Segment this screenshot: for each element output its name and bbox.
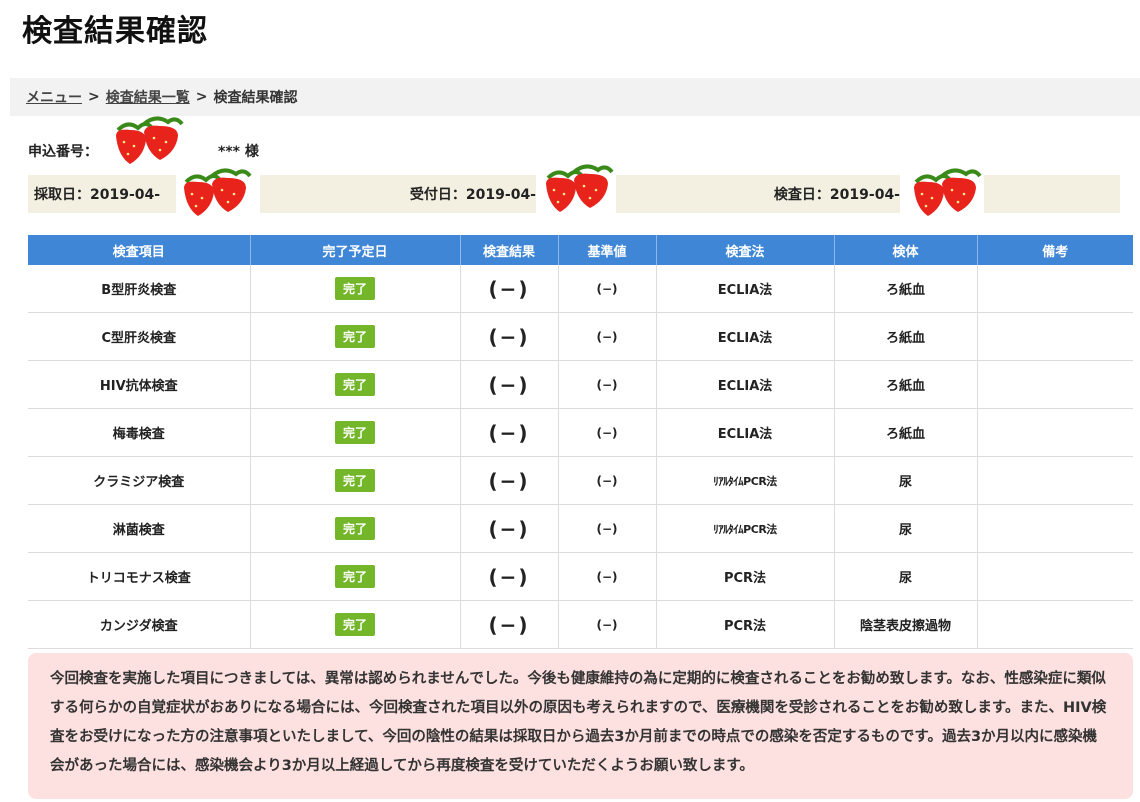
- result-note: 今回検査を実施した項目につきましては、異常は認められませんでした。今後も健康維持…: [28, 653, 1133, 799]
- cell-result: (−): [460, 504, 559, 553]
- cell-specimen: ろ紙血: [834, 265, 978, 313]
- status-badge: 完了: [334, 421, 375, 444]
- status-badge: 完了: [334, 277, 375, 300]
- table-row: HIV抗体検査 完了 (−) (−) ECLIA法 ろ紙血: [28, 360, 1133, 409]
- cell-method: ﾘｱﾙﾀｲﾑPCR法: [656, 504, 835, 553]
- breadcrumb-menu-link[interactable]: メニュー: [26, 87, 82, 107]
- cell-result: (−): [460, 552, 559, 601]
- status-badge: 完了: [334, 565, 375, 588]
- table-row: 淋菌検査 完了 (−) (−) ﾘｱﾙﾀｲﾑPCR法 尿: [28, 504, 1133, 553]
- cell-standard: (−): [558, 408, 657, 457]
- applicant-name: *** 様: [218, 144, 259, 160]
- cell-note: [977, 265, 1133, 313]
- breadcrumb-separator: >: [195, 89, 208, 105]
- strawberry-icon: [184, 168, 252, 216]
- cell-note: [977, 600, 1133, 649]
- table-row: B型肝炎検査 完了 (−) (−) ECLIA法 ろ紙血: [28, 265, 1133, 313]
- cell-method: ﾘｱﾙﾀｲﾑPCR法: [656, 456, 835, 505]
- cell-method: ECLIA法: [656, 265, 835, 313]
- cell-standard: (−): [558, 456, 657, 505]
- strawberry-icon: [914, 168, 982, 216]
- cell-note: [977, 360, 1133, 409]
- cell-specimen: 尿: [834, 552, 978, 601]
- cell-method: ECLIA法: [656, 408, 835, 457]
- table-row: クラミジア検査 完了 (−) (−) ﾘｱﾙﾀｲﾑPCR法 尿: [28, 456, 1133, 505]
- header-item: 検査項目: [28, 235, 251, 265]
- cell-specimen: ろ紙血: [834, 360, 978, 409]
- status-badge: 完了: [334, 517, 375, 540]
- header-specimen: 検体: [834, 235, 978, 265]
- tested-date: 検査日：2019-04-: [616, 175, 900, 213]
- breadcrumb-list-link[interactable]: 検査結果一覧: [106, 87, 190, 107]
- cell-standard: (−): [558, 312, 657, 361]
- status-badge: 完了: [334, 613, 375, 636]
- cell-result: (−): [460, 408, 559, 457]
- cell-result: (−): [460, 265, 559, 313]
- cell-item: 梅毒検査: [28, 408, 251, 457]
- cell-note: [977, 408, 1133, 457]
- cell-item: トリコモナス検査: [28, 552, 251, 601]
- cell-standard: (−): [558, 360, 657, 409]
- strawberry-icon: [116, 116, 184, 164]
- table-row: カンジダ検査 完了 (−) (−) PCR法 陰茎表皮擦過物: [28, 600, 1133, 649]
- cell-standard: (−): [558, 265, 657, 313]
- status-badge: 完了: [334, 469, 375, 492]
- results-table: 検査項目 完了予定日 検査結果 基準値 検査法 検体 備考 B型肝炎検査 完了 …: [28, 235, 1133, 649]
- cell-note: [977, 456, 1133, 505]
- received-date: 受付日：2019-04-: [260, 175, 536, 213]
- collected-date: 採取日：2019-04-: [28, 175, 176, 213]
- cell-method: PCR法: [656, 552, 835, 601]
- cell-method: PCR法: [656, 600, 835, 649]
- cell-note: [977, 504, 1133, 553]
- header-result: 検査結果: [460, 235, 559, 265]
- cell-item: 淋菌検査: [28, 504, 251, 553]
- cell-result: (−): [460, 456, 559, 505]
- cell-method: ECLIA法: [656, 360, 835, 409]
- cell-specimen: 尿: [834, 456, 978, 505]
- cell-method: ECLIA法: [656, 312, 835, 361]
- cell-note: [977, 552, 1133, 601]
- strawberry-icon: [546, 164, 614, 212]
- header-note: 備考: [977, 235, 1133, 265]
- cell-result: (−): [460, 600, 559, 649]
- breadcrumb-current: 検査結果確認: [213, 90, 298, 106]
- table-row: 梅毒検査 完了 (−) (−) ECLIA法 ろ紙血: [28, 408, 1133, 457]
- date-row-end: [984, 175, 1120, 213]
- cell-note: [977, 312, 1133, 361]
- table-row: トリコモナス検査 完了 (−) (−) PCR法 尿: [28, 552, 1133, 601]
- cell-specimen: ろ紙血: [834, 408, 978, 457]
- header-method: 検査法: [656, 235, 835, 265]
- status-badge: 完了: [334, 373, 375, 396]
- application-number-label: 申込番号：: [28, 144, 98, 160]
- breadcrumb: メニュー > 検査結果一覧 > 検査結果確認: [10, 78, 1140, 116]
- cell-standard: (−): [558, 600, 657, 649]
- cell-specimen: 尿: [834, 504, 978, 553]
- header-standard: 基準値: [558, 235, 657, 265]
- breadcrumb-separator: >: [88, 89, 100, 105]
- cell-item: クラミジア検査: [28, 456, 251, 505]
- header-due-date: 完了予定日: [250, 235, 461, 265]
- cell-specimen: ろ紙血: [834, 312, 978, 361]
- cell-result: (−): [460, 312, 559, 361]
- status-badge: 完了: [334, 325, 375, 348]
- page: 検査結果確認 メニュー > 検査結果一覧 > 検査結果確認 申込番号： *** …: [0, 0, 1140, 802]
- cell-standard: (−): [558, 504, 657, 553]
- cell-standard: (−): [558, 552, 657, 601]
- cell-specimen: 陰茎表皮擦過物: [834, 600, 978, 649]
- cell-item: B型肝炎検査: [28, 265, 251, 313]
- cell-result: (−): [460, 360, 559, 409]
- cell-item: C型肝炎検査: [28, 312, 251, 361]
- page-title: 検査結果確認: [22, 14, 208, 49]
- table-header-row: 検査項目 完了予定日 検査結果 基準値 検査法 検体 備考: [28, 235, 1133, 265]
- cell-item: カンジダ検査: [28, 600, 251, 649]
- table-row: C型肝炎検査 完了 (−) (−) ECLIA法 ろ紙血: [28, 312, 1133, 361]
- cell-item: HIV抗体検査: [28, 360, 251, 409]
